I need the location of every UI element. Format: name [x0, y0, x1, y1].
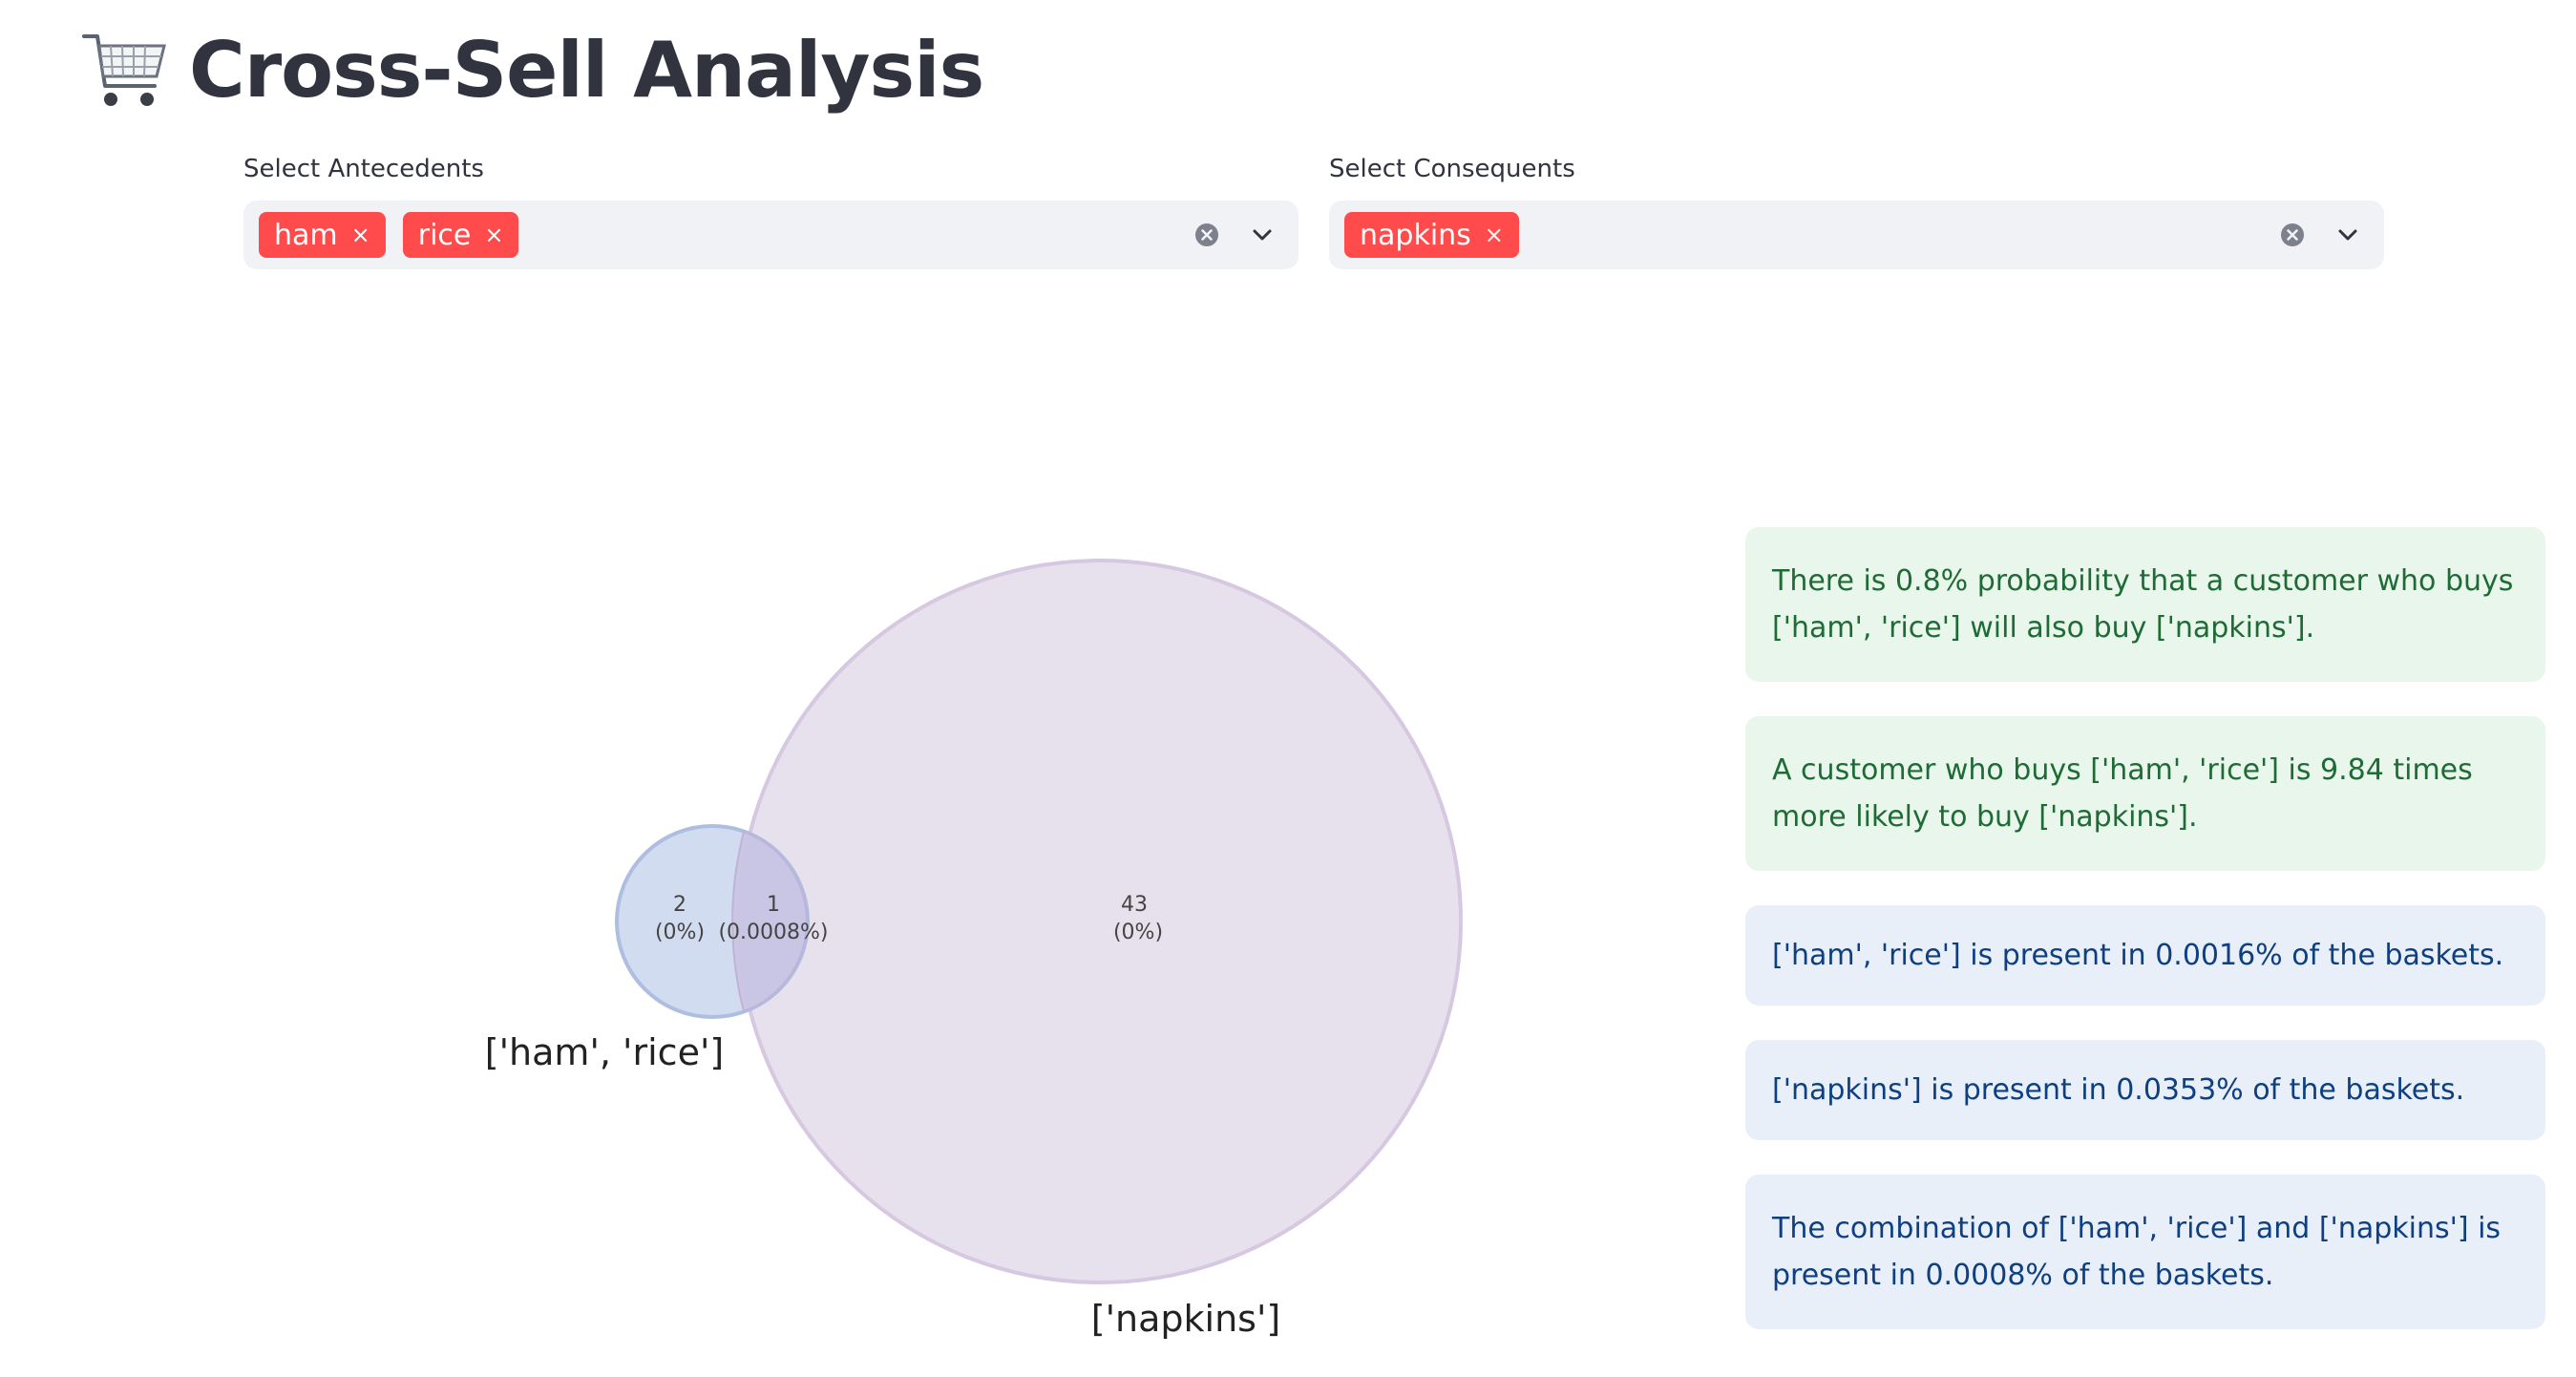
antecedents-select: Select Antecedents ham × rice × — [243, 153, 1299, 269]
shopping-cart-icon — [82, 34, 166, 106]
tag-remove-button[interactable]: × — [351, 223, 370, 246]
app-page: Cross-Sell Analysis Select Antecedents h… — [0, 0, 2576, 1377]
clear-all-icon[interactable] — [1193, 222, 1220, 248]
chevron-down-icon[interactable] — [2334, 222, 2361, 248]
tag-label: napkins — [1360, 218, 1471, 252]
clear-all-icon[interactable] — [2279, 222, 2306, 248]
venn-a-only-count: 2 — [673, 893, 686, 917]
consequents-label: Select Consequents — [1329, 155, 1575, 183]
chevron-down-icon[interactable] — [1249, 222, 1276, 248]
consequents-select: Select Consequents napkins × — [1329, 153, 2384, 269]
tag-remove-button[interactable]: × — [484, 223, 503, 246]
venn-intersection-pct: (0.0008%) — [718, 921, 828, 944]
alert-combined-support: The combination of ['ham', 'rice'] and [… — [1745, 1175, 2545, 1329]
venn-b-only-pct: (0%) — [1113, 921, 1163, 944]
antecedents-multiselect[interactable]: ham × rice × — [243, 201, 1299, 269]
consequents-multiselect[interactable]: napkins × — [1329, 201, 2384, 269]
antecedents-label: Select Antecedents — [243, 155, 484, 183]
tag-napkins: napkins × — [1344, 212, 1519, 258]
venn-a-only-pct: (0%) — [655, 921, 705, 944]
venn-set-b-circle — [737, 559, 1463, 1284]
tag-label: ham — [274, 218, 338, 252]
venn-set-b-label: ['napkins'] — [1091, 1298, 1280, 1340]
select-controls — [1193, 201, 1276, 269]
alert-confidence: There is 0.8% probability that a custome… — [1745, 527, 2545, 682]
select-controls — [2279, 201, 2361, 269]
venn-diagram: 2 (0%) 1 (0.0008%) 43 (0%) ['ham', 'rice… — [485, 559, 1463, 1340]
tag-rice: rice × — [402, 212, 519, 258]
page-header: Cross-Sell Analysis — [76, 13, 984, 128]
tag-remove-button[interactable]: × — [1485, 223, 1504, 246]
venn-intersection-count: 1 — [767, 893, 780, 917]
alert-consequent-support: ['napkins'] is present in 0.0353% of the… — [1745, 1040, 2545, 1140]
insights-panel: There is 0.8% probability that a custome… — [1745, 527, 2545, 1364]
venn-b-only-count: 43 — [1121, 893, 1148, 917]
alert-lift: A customer who buys ['ham', 'rice'] is 9… — [1745, 716, 2545, 871]
tag-ham: ham × — [259, 212, 386, 258]
tag-label: rice — [417, 218, 472, 252]
venn-set-a-label: ['ham', 'rice'] — [485, 1031, 724, 1073]
alert-antecedent-support: ['ham', 'rice'] is present in 0.0016% of… — [1745, 905, 2545, 1006]
page-title: Cross-Sell Analysis — [189, 26, 984, 115]
